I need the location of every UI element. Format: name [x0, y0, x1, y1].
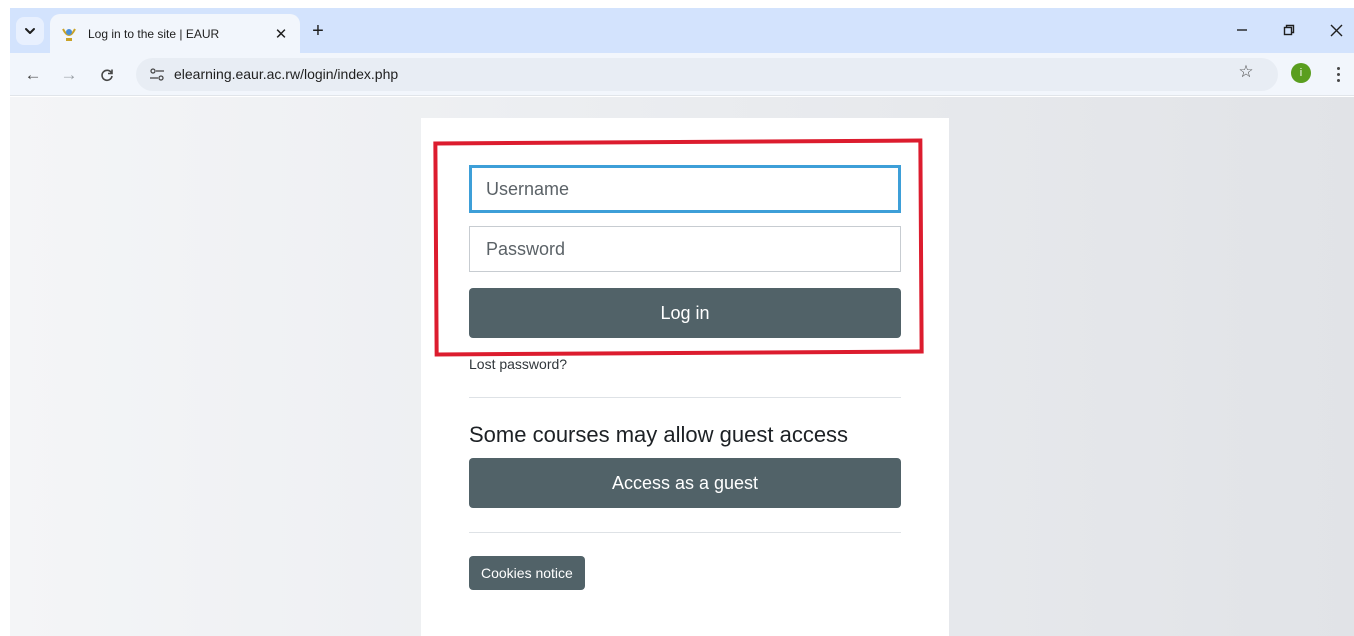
- divider: [469, 532, 901, 533]
- forward-arrow-icon: →: [60, 65, 78, 84]
- reload-icon: [101, 69, 113, 82]
- login-button[interactable]: Log in: [469, 288, 901, 338]
- page-viewport: Log in Lost password? Some courses may a…: [10, 97, 1354, 636]
- guest-access-heading: Some courses may allow guest access: [469, 422, 849, 447]
- site-info-icon[interactable]: [145, 63, 169, 87]
- lost-password-link[interactable]: Lost password?: [469, 356, 567, 372]
- guest-access-button[interactable]: Access as a guest: [469, 458, 901, 508]
- browser-window: Log in to the site | EAUR ✕ + ← → elearn…: [10, 8, 1354, 636]
- close-window-button[interactable]: [1324, 18, 1348, 42]
- chevron-down-icon: [25, 28, 35, 34]
- browser-menu-icon[interactable]: [1330, 61, 1346, 87]
- address-bar[interactable]: elearning.eaur.ac.rw/login/index.php: [136, 58, 1278, 91]
- tab-strip: Log in to the site | EAUR ✕ +: [10, 8, 1354, 53]
- reload-button[interactable]: [94, 62, 120, 88]
- close-icon: [1330, 24, 1342, 36]
- tab-login[interactable]: Log in to the site | EAUR ✕: [50, 14, 300, 53]
- forward-button[interactable]: →: [56, 62, 82, 88]
- tab-title: Log in to the site | EAUR: [88, 26, 220, 41]
- restore-button[interactable]: [1277, 18, 1301, 42]
- url-text[interactable]: elearning.eaur.ac.rw/login/index.php: [174, 66, 398, 82]
- cookies-notice-button[interactable]: Cookies notice: [469, 556, 585, 590]
- close-tab-icon[interactable]: ✕: [272, 25, 290, 43]
- profile-avatar[interactable]: i: [1291, 63, 1311, 83]
- back-button[interactable]: ←: [20, 62, 46, 88]
- restore-icon: [1283, 24, 1295, 36]
- minimize-icon: [1237, 29, 1247, 31]
- eaur-favicon-icon: [60, 25, 78, 43]
- login-card: Log in Lost password? Some courses may a…: [421, 118, 949, 636]
- password-input[interactable]: [469, 226, 901, 272]
- new-tab-button[interactable]: +: [306, 19, 330, 43]
- browser-toolbar: ← → elearning.eaur.ac.rw/login/index.php…: [10, 53, 1354, 96]
- back-arrow-icon: ←: [24, 65, 42, 84]
- minimize-button[interactable]: [1230, 18, 1254, 42]
- divider: [469, 397, 901, 398]
- bookmark-star-icon[interactable]: ☆: [1234, 60, 1258, 84]
- tab-search-button[interactable]: [16, 17, 44, 45]
- username-input[interactable]: [469, 165, 901, 213]
